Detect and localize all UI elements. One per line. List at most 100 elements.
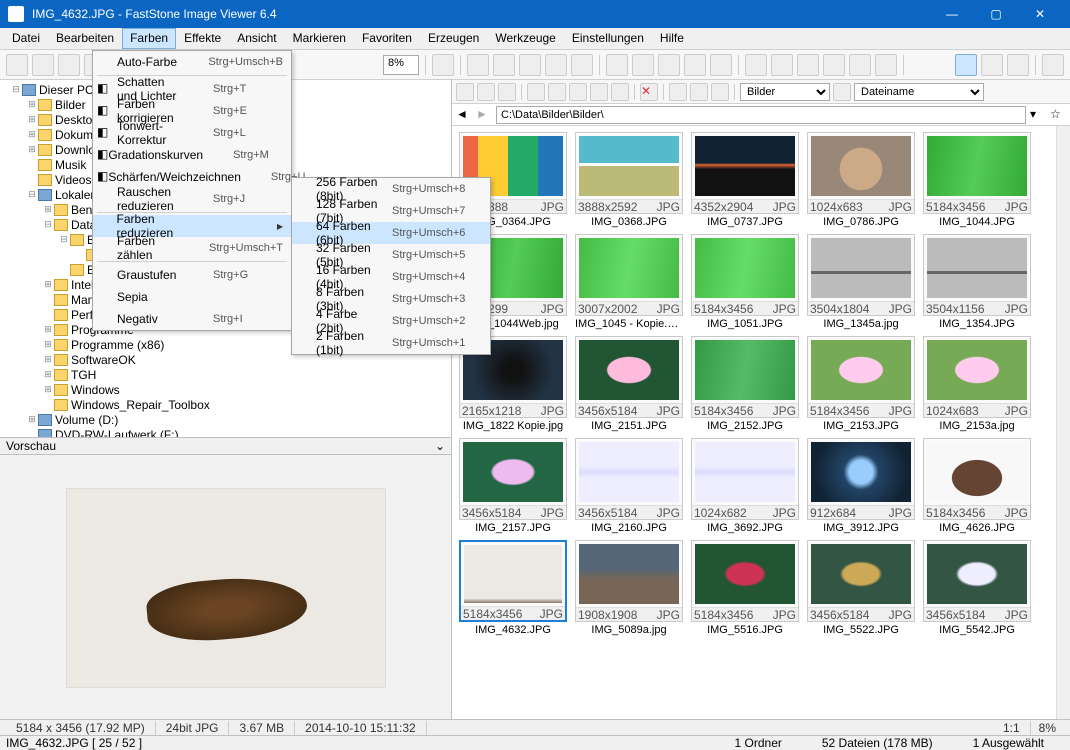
toolbar-button[interactable] xyxy=(875,54,897,76)
menuitem[interactable]: ◧GradationskurvenStrg+M xyxy=(93,144,291,166)
toolbar-button[interactable] xyxy=(823,54,845,76)
thumbnail[interactable]: 1024x683JPGIMG_0786.JPG xyxy=(806,132,916,228)
thumbnail[interactable]: 1024x682JPGIMG_3692.JPG xyxy=(690,438,800,534)
toolbar-button[interactable] xyxy=(771,54,793,76)
thumbnail[interactable]: 1024x683JPGIMG_2153a.jpg xyxy=(922,336,1032,432)
toolbar-button[interactable] xyxy=(745,54,767,76)
tree-twisty-icon[interactable]: ⊞ xyxy=(26,414,38,425)
tree-twisty-icon[interactable]: ⊟ xyxy=(58,234,70,245)
nav-back-icon[interactable]: ◄ xyxy=(456,107,472,123)
view-detail-icon[interactable] xyxy=(1007,54,1029,76)
toolbar-button[interactable] xyxy=(493,54,515,76)
tree-twisty-icon[interactable]: ⊞ xyxy=(42,369,54,380)
toolbar-button[interactable] xyxy=(519,54,541,76)
maximize-button[interactable]: ▢ xyxy=(974,0,1018,28)
thumbnail[interactable]: 1908x1908JPGIMG_5089a.jpg xyxy=(574,540,684,636)
menuitem[interactable]: Rauschen reduzierenStrg+J xyxy=(93,188,291,210)
thumbnail[interactable]: 3504x1156JPGIMG_1354.JPG xyxy=(922,234,1032,330)
tree-node[interactable]: Windows_Repair_Toolbox xyxy=(0,397,451,412)
menu-favoriten[interactable]: Favoriten xyxy=(354,28,420,49)
view-thumb-icon[interactable] xyxy=(955,54,977,76)
nav-back-icon[interactable] xyxy=(456,83,474,101)
view-icon[interactable] xyxy=(711,83,729,101)
tree-node[interactable]: DVD-RW-Laufwerk (F:) xyxy=(0,427,451,437)
sort-dir-icon[interactable] xyxy=(833,83,851,101)
toolbar-button[interactable] xyxy=(6,54,28,76)
toolbar-button[interactable] xyxy=(797,54,819,76)
hand-tool-icon[interactable] xyxy=(432,54,454,76)
tree-twisty-icon[interactable]: ⊟ xyxy=(10,84,22,95)
thumbnail[interactable]: 3504x1804JPGIMG_1345a.jpg xyxy=(806,234,916,330)
tree-twisty-icon[interactable]: ⊞ xyxy=(26,144,38,155)
tree-twisty-icon[interactable]: ⊞ xyxy=(26,114,38,125)
menuitem[interactable]: Sepia xyxy=(93,286,291,308)
menu-werkzeuge[interactable]: Werkzeuge xyxy=(487,28,563,49)
dropdown-icon[interactable]: ▾ xyxy=(1030,107,1046,123)
menu-bearbeiten[interactable]: Bearbeiten xyxy=(48,28,122,49)
tree-node[interactable]: ⊞Windows xyxy=(0,382,451,397)
toolbar-button[interactable] xyxy=(684,54,706,76)
fullscreen-icon[interactable] xyxy=(1042,54,1064,76)
folder-icon[interactable] xyxy=(527,83,545,101)
menu-erzeugen[interactable]: Erzeugen xyxy=(420,28,487,49)
toolbar-button[interactable] xyxy=(58,54,80,76)
menu-effekte[interactable]: Effekte xyxy=(176,28,229,49)
thumbnail-grid[interactable]: 92x3888JPGIMG_0364.JPG3888x2592JPGIMG_03… xyxy=(452,126,1070,720)
move-icon[interactable] xyxy=(590,83,608,101)
toolbar-button[interactable] xyxy=(710,54,732,76)
thumbnail[interactable]: 5184x3456JPGIMG_5516.JPG xyxy=(690,540,800,636)
view-list-icon[interactable] xyxy=(981,54,1003,76)
menu-datei[interactable]: Datei xyxy=(4,28,48,49)
nav-fwd-icon[interactable] xyxy=(477,83,495,101)
menu-einstellungen[interactable]: Einstellungen xyxy=(564,28,652,49)
toolbar-button[interactable] xyxy=(632,54,654,76)
thumbnail[interactable]: 5184x3456JPGIMG_4626.JPG xyxy=(922,438,1032,534)
thumbnail[interactable]: 5184x3456JPGIMG_2152.JPG xyxy=(690,336,800,432)
thumbnail[interactable]: 3456x5184JPGIMG_2157.JPG xyxy=(458,438,568,534)
toolbar-button[interactable] xyxy=(849,54,871,76)
menu-hilfe[interactable]: Hilfe xyxy=(652,28,692,49)
filter-select[interactable]: Bilder xyxy=(740,83,830,101)
view-icon[interactable] xyxy=(690,83,708,101)
thumbnail[interactable]: 3456x5184JPGIMG_5542.JPG xyxy=(922,540,1032,636)
tree-twisty-icon[interactable]: ⊞ xyxy=(26,129,38,140)
tree-twisty-icon[interactable]: ⊞ xyxy=(42,384,54,395)
view-icon[interactable] xyxy=(669,83,687,101)
menuitem[interactable]: Auto-FarbeStrg+Umsch+B xyxy=(93,51,291,73)
thumbnail[interactable]: 3888x2592JPGIMG_0368.JPG xyxy=(574,132,684,228)
nav-fwd-icon[interactable]: ► xyxy=(476,107,492,123)
new-folder-icon[interactable] xyxy=(548,83,566,101)
copy-icon[interactable] xyxy=(569,83,587,101)
menuitem[interactable]: Farben zählenStrg+Umsch+T xyxy=(93,237,291,259)
toolbar-button[interactable] xyxy=(545,54,567,76)
tree-twisty-icon[interactable]: ⊟ xyxy=(26,189,38,200)
tree-node[interactable]: ⊞Volume (D:) xyxy=(0,412,451,427)
minimize-button[interactable]: — xyxy=(930,0,974,28)
toolbar-button[interactable] xyxy=(658,54,680,76)
menuitem[interactable]: NegativStrg+I xyxy=(93,308,291,330)
toolbar-button[interactable] xyxy=(32,54,54,76)
tree-twisty-icon[interactable]: ⊟ xyxy=(42,219,54,230)
favorite-icon[interactable]: ☆ xyxy=(1050,107,1066,123)
toolbar-button[interactable] xyxy=(606,54,628,76)
sort-select[interactable]: Dateiname xyxy=(854,83,984,101)
menu-farben[interactable]: Farben xyxy=(122,28,176,49)
toolbar-button[interactable] xyxy=(571,54,593,76)
menu-ansicht[interactable]: Ansicht xyxy=(229,28,284,49)
menuitem[interactable]: GraustufenStrg+G xyxy=(93,264,291,286)
tree-twisty-icon[interactable]: ⊞ xyxy=(26,99,38,110)
tree-twisty-icon[interactable]: ⊞ xyxy=(42,354,54,365)
thumbnail[interactable]: 5184x3456JPGIMG_4632.JPG xyxy=(458,540,568,636)
tree-node[interactable]: ⊞TGH xyxy=(0,367,451,382)
thumbnail[interactable]: 3007x2002JPGIMG_1045 - Kopie.JPG xyxy=(574,234,684,330)
menuitem[interactable]: ◧Tonwert-KorrekturStrg+L xyxy=(93,122,291,144)
chevron-down-icon[interactable]: ⌄ xyxy=(435,439,445,453)
menu-markieren[interactable]: Markieren xyxy=(285,28,354,49)
scrollbar[interactable] xyxy=(1056,126,1070,720)
delete-icon[interactable]: ✕ xyxy=(640,83,658,101)
toolbar-button[interactable] xyxy=(467,54,489,76)
thumbnail[interactable]: 3456x5184JPGIMG_2160.JPG xyxy=(574,438,684,534)
thumbnail[interactable]: 5184x3456JPGIMG_1051.JPG xyxy=(690,234,800,330)
tree-twisty-icon[interactable]: ⊞ xyxy=(42,339,54,350)
thumbnail[interactable]: 5184x3456JPGIMG_1044.JPG xyxy=(922,132,1032,228)
